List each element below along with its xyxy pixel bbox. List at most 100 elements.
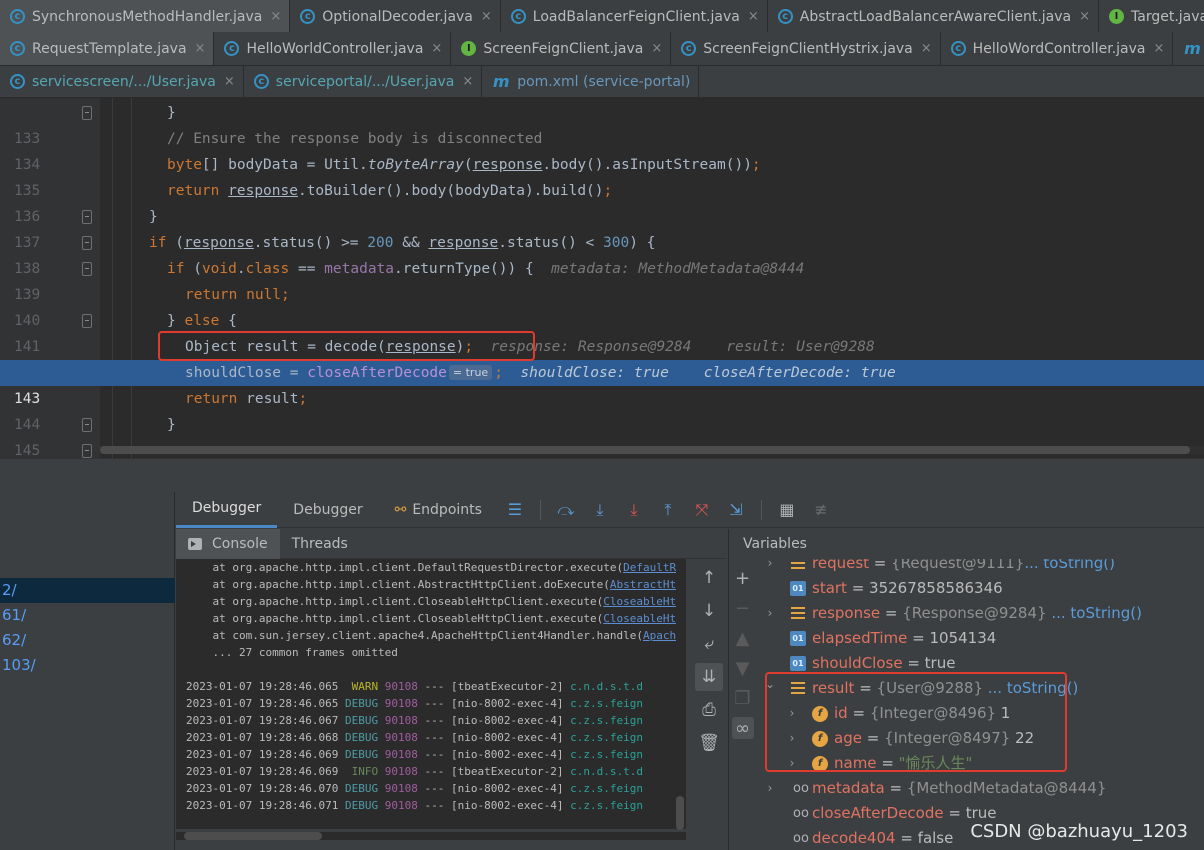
- code-line-133[interactable]: 133 }: [0, 100, 1204, 147]
- chevron-right-icon[interactable]: ›: [764, 601, 776, 626]
- add-watch-icon[interactable]: +: [732, 567, 754, 589]
- scrollbar-thumb[interactable]: [184, 832, 322, 840]
- variable-row-response[interactable]: › response = {Response@9284} ... toString…: [756, 601, 1204, 626]
- fold-marker-icon[interactable]: [82, 262, 92, 276]
- editor-horizontal-scrollbar[interactable]: [100, 446, 1204, 454]
- editor-tab[interactable]: HelloWorldController.java ×: [214, 32, 452, 65]
- close-icon[interactable]: ×: [224, 74, 235, 89]
- evaluate-expression-icon[interactable]: ▦: [774, 497, 800, 523]
- frame-item[interactable]: 62/: [0, 628, 175, 653]
- code-line-137[interactable]: 137 }: [0, 204, 1204, 251]
- editor-tab[interactable]: AbstractLoadBalancerAwareClient.java ×: [768, 0, 1100, 33]
- show-watches-icon[interactable]: ∞: [731, 717, 754, 739]
- move-up-icon[interactable]: ▲: [732, 627, 754, 649]
- editor-tab[interactable]: ScreenFeignClientHystrix.java ×: [671, 32, 941, 65]
- variable-row-elapsedTime[interactable]: 01 elapsedTime = 1054134: [756, 626, 1204, 651]
- close-icon[interactable]: ×: [748, 9, 759, 24]
- close-icon[interactable]: ×: [195, 41, 206, 56]
- move-down-icon[interactable]: ▼: [732, 657, 754, 679]
- code-line-141[interactable]: 141 } else {: [0, 308, 1204, 355]
- editor-tab[interactable]: servicescreen/.../User.java ×: [0, 66, 244, 97]
- tab-threads[interactable]: Threads: [280, 529, 360, 559]
- print-icon[interactable]: ⎙: [695, 696, 723, 724]
- chevron-right-icon[interactable]: ›: [786, 701, 798, 726]
- frame-item[interactable]: 103/: [0, 653, 175, 678]
- chevron-right-icon[interactable]: ›: [786, 751, 798, 776]
- menu-lines-icon[interactable]: ☰: [502, 497, 528, 523]
- step-over-icon[interactable]: ⤼: [553, 497, 579, 523]
- editor-tab[interactable]: serviceportal/.../User.java ×: [244, 66, 483, 97]
- variable-row-result[interactable]: ⌄ result = {User@9288} ... toString(): [756, 676, 1204, 701]
- trace-icon[interactable]: ≢: [808, 497, 834, 523]
- drop-frame-icon[interactable]: ⤧: [689, 497, 715, 523]
- close-icon[interactable]: ×: [462, 74, 473, 89]
- remove-watch-icon[interactable]: −: [732, 597, 754, 619]
- code-line-136[interactable]: 136 return response.toBuilder().body(bod…: [0, 178, 1204, 225]
- chevron-right-icon[interactable]: ›: [764, 776, 776, 801]
- soft-wrap-icon[interactable]: ⤶: [695, 630, 723, 658]
- variable-row-metadata[interactable]: › oo metadata = {MethodMetadata@8444}: [756, 776, 1204, 801]
- tostring-link[interactable]: ... toString(): [1024, 559, 1115, 572]
- force-step-into-icon[interactable]: ⤓: [621, 497, 647, 523]
- code-line-140[interactable]: 140 return null;: [0, 282, 1204, 329]
- variable-row-request[interactable]: › request = {Request@9111}... toString(): [756, 559, 1204, 576]
- chevron-down-icon[interactable]: ⌄: [764, 672, 776, 697]
- code-editor[interactable]: 133 } 134 // Ensure the response body is…: [0, 98, 1204, 458]
- editor-tab[interactable]: ScreenFeignClient.java ×: [451, 32, 672, 65]
- code-line-142[interactable]: 142 Object result = decode(response); re…: [0, 334, 1204, 381]
- code-line-138[interactable]: 138 if (response.status() >= 200 && resp…: [0, 230, 1204, 277]
- tab-debugger-2[interactable]: Debugger: [277, 492, 378, 528]
- scroll-to-end-icon[interactable]: ⇊: [695, 663, 723, 691]
- scroll-down-icon[interactable]: ↓: [695, 597, 723, 625]
- editor-tab[interactable]: mpom.xml (fe: [1173, 32, 1204, 65]
- variable-row-name[interactable]: › f name = "愉乐人生": [756, 751, 1204, 776]
- fold-marker-icon[interactable]: [82, 444, 92, 458]
- close-icon[interactable]: ×: [651, 41, 662, 56]
- tostring-link[interactable]: ... toString(): [983, 679, 1079, 697]
- console-horizontal-scrollbar[interactable]: [176, 832, 686, 840]
- variable-row-start[interactable]: 01 start = 35267858586346: [756, 576, 1204, 601]
- variable-row-age[interactable]: › f age = {Integer@8497} 22: [756, 726, 1204, 751]
- console-vertical-scrollbar[interactable]: [676, 796, 684, 830]
- source-link[interactable]: CloseableHttpClient.java: [603, 612, 676, 625]
- code-line-145[interactable]: 145 }: [0, 412, 1204, 458]
- tab-endpoints[interactable]: ⚯ Endpoints: [379, 492, 498, 528]
- fold-marker-icon[interactable]: [82, 236, 92, 250]
- frame-item[interactable]: 61/: [0, 603, 175, 628]
- variables-tree[interactable]: › request = {Request@9111}... toString() 0…: [756, 559, 1204, 850]
- editor-tab[interactable]: Target.java×: [1099, 0, 1204, 33]
- editor-tab[interactable]: m pom.xml (service-portal): [482, 66, 700, 97]
- scroll-up-icon[interactable]: ↑: [695, 564, 723, 592]
- close-icon[interactable]: ×: [1154, 41, 1165, 56]
- editor-tab[interactable]: SynchronousMethodHandler.java ×: [0, 0, 291, 33]
- scrollbar-thumb[interactable]: [100, 446, 1190, 454]
- source-link[interactable]: CloseableHttpClient.java: [603, 595, 676, 608]
- close-icon[interactable]: ×: [431, 41, 442, 56]
- step-into-icon[interactable]: ⤓: [587, 497, 613, 523]
- source-link[interactable]: ApacheHttpClient4Handler.java: [643, 629, 676, 642]
- close-icon[interactable]: ×: [1079, 9, 1090, 24]
- fold-marker-icon[interactable]: [82, 314, 92, 328]
- editor-tab[interactable]: RequestTemplate.java ×: [0, 32, 215, 65]
- code-line-139[interactable]: 139 if (void.class == metadata.returnTyp…: [0, 256, 1204, 303]
- editor-tab[interactable]: HelloWordController.java ×: [941, 32, 1174, 65]
- variable-row-shouldClose[interactable]: 01 shouldClose = true: [756, 651, 1204, 676]
- editor-tab[interactable]: LoadBalancerFeignClient.java ×: [501, 0, 768, 33]
- code-line-134[interactable]: 134 // Ensure the response body is disco…: [0, 126, 1204, 173]
- tab-debugger-1[interactable]: Debugger: [176, 492, 278, 528]
- fold-marker-icon[interactable]: [82, 106, 92, 120]
- editor-tab[interactable]: OptionalDecoder.java ×: [290, 0, 501, 33]
- variable-row-id[interactable]: › f id = {Integer@8496} 1: [756, 701, 1204, 726]
- close-icon[interactable]: ×: [921, 41, 932, 56]
- frame-item[interactable]: 2/: [0, 578, 175, 603]
- run-to-cursor-icon[interactable]: ⇲: [723, 497, 749, 523]
- fold-marker-icon[interactable]: [82, 418, 92, 432]
- inline-value-chip[interactable]: = true: [448, 365, 493, 380]
- close-icon[interactable]: ×: [481, 9, 492, 24]
- console-output[interactable]: at org.apache.http.impl.client.DefaultRe…: [176, 559, 686, 829]
- code-line-143-current[interactable]: 143 shouldClose = closeAfterDecode = true…: [0, 360, 1204, 407]
- source-link[interactable]: AbstractHttpClient.java: [610, 578, 676, 591]
- chevron-right-icon[interactable]: ›: [786, 726, 798, 751]
- tab-console[interactable]: Console: [176, 528, 280, 559]
- code-line-144[interactable]: 144 return result;: [0, 386, 1204, 433]
